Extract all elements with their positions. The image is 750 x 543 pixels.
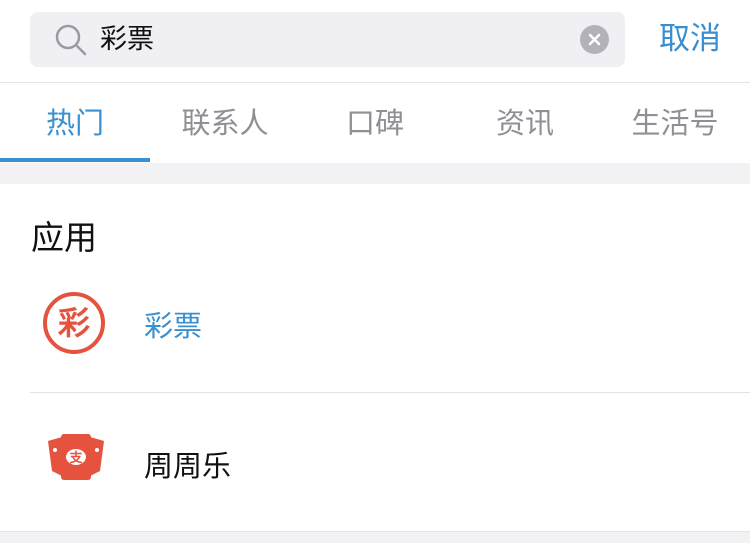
cancel-button[interactable]: 取消 [650, 14, 730, 64]
tab-life-accounts[interactable]: 生活号 [600, 83, 750, 163]
zhouzhoule-icon: 支 [48, 434, 104, 480]
lottery-icon-glyph: 彩 [58, 304, 90, 342]
tab-hot[interactable]: 热门 [0, 83, 150, 163]
tab-koubei[interactable]: 口碑 [300, 83, 450, 163]
search-icon [55, 24, 87, 56]
apps-section: 应用 彩 彩票 支 周周乐 [0, 184, 750, 532]
app-name-zhouzhoule: 周周乐 [144, 449, 232, 483]
list-item-zhouzhoule[interactable]: 支 周周乐 [0, 403, 750, 523]
section-gap [0, 163, 750, 184]
tab-news[interactable]: 资讯 [450, 83, 600, 163]
tab-bar: 热门 联系人 口碑 资讯 生活号 [0, 83, 750, 163]
app-name-lottery: 彩票 [144, 309, 203, 343]
clear-search-button[interactable] [580, 25, 609, 54]
list-item-lottery[interactable]: 彩 彩票 [0, 263, 750, 383]
lottery-icon: 彩 [43, 292, 105, 354]
zhouzhoule-icon-glyph: 支 [68, 450, 83, 466]
search-bar: 取消 [0, 0, 750, 82]
active-tab-indicator [0, 158, 150, 162]
clear-icon [588, 33, 601, 46]
search-box[interactable] [30, 12, 625, 67]
divider [30, 392, 750, 393]
search-input[interactable] [100, 12, 580, 67]
section-title: 应用 [31, 218, 97, 257]
bottom-gap [0, 532, 750, 543]
tab-contacts[interactable]: 联系人 [150, 83, 300, 163]
